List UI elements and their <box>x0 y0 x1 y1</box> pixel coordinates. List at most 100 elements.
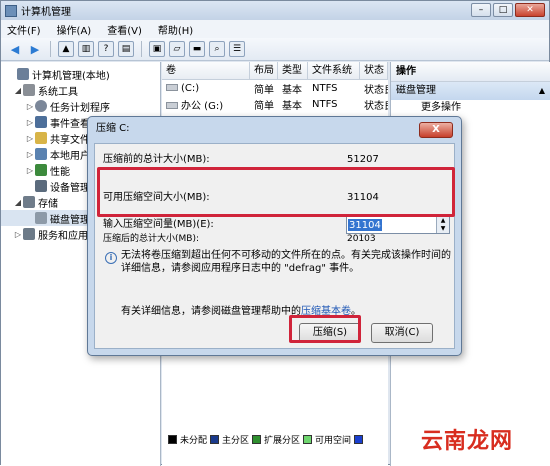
disk-management-icon <box>35 212 47 224</box>
legend-label: 未分配 <box>180 435 208 446</box>
services-icon <box>23 228 35 240</box>
back-arrow-icon[interactable]: ◀ <box>7 41 23 57</box>
shrink-dialog: 压缩 C: X 压缩前的总计大小(MB): 51207 可用压缩空间大小(MB)… <box>87 116 462 356</box>
maximize-button[interactable]: □ <box>493 3 513 17</box>
clock-icon <box>35 100 47 112</box>
legend-label: 可用空间 <box>315 435 352 446</box>
tree-item-task-scheduler[interactable]: ▷ 任务计划程序 <box>1 98 160 114</box>
shrink-amount-input[interactable] <box>347 217 435 233</box>
table-row[interactable]: 办公 (G:) 简单 基本 NTFS 状态良好 <box>162 96 388 112</box>
drive-icon <box>166 84 178 91</box>
toolbar-divider <box>50 41 51 57</box>
expander-icon[interactable]: ◢ <box>13 86 23 95</box>
volume-type: 基本 <box>282 84 302 96</box>
minimize-button[interactable]: – <box>471 3 491 17</box>
menu-view[interactable]: 查看(V) <box>107 22 142 37</box>
volume-layout: 简单 <box>254 84 274 96</box>
performance-icon <box>35 164 47 176</box>
expander-icon[interactable]: ▷ <box>13 230 23 239</box>
total-size-after-label: 压缩后的总计大小(MB): <box>103 234 199 244</box>
window-title: 计算机管理 <box>21 7 71 18</box>
help-icon[interactable]: ? <box>98 41 114 57</box>
tools-icon <box>23 84 35 96</box>
total-size-after-value: 20103 <box>347 234 376 244</box>
show-hide-tree-icon[interactable]: ▥ <box>78 41 94 57</box>
tree-item-label: 磁盘管理 <box>50 214 90 226</box>
legend-swatch-logical <box>354 434 364 444</box>
drive-icon <box>166 102 178 109</box>
computer-icon <box>17 68 29 80</box>
more-actions-item[interactable]: 更多操作 <box>391 100 550 116</box>
disk-legend: 未分配 主分区 扩展分区 可用空间 <box>162 432 388 446</box>
list-header: 卷 布局 类型 文件系统 状态 <box>162 62 388 80</box>
tree-item-label: 存储 <box>38 198 58 210</box>
menu-bar: 文件(F) 操作(A) 查看(V) 帮助(H) <box>1 20 549 38</box>
close-button[interactable]: ✕ <box>515 3 545 17</box>
column-header-layout[interactable]: 布局 <box>250 62 278 79</box>
expander-icon[interactable]: ◢ <box>13 198 23 207</box>
column-header-status[interactable]: 状态 <box>360 62 388 79</box>
total-size-before-label: 压缩前的总计大小(MB): <box>103 154 210 165</box>
tree-item-label: 性能 <box>50 166 70 178</box>
toolbar-divider <box>141 41 142 57</box>
info-icon: i <box>105 252 117 264</box>
legend-swatch-unallocated <box>168 434 177 444</box>
menu-help[interactable]: 帮助(H) <box>158 22 193 37</box>
storage-icon <box>23 196 35 208</box>
legend-label: 主分区 <box>222 435 250 446</box>
tree-item-label: 任务计划程序 <box>50 102 110 114</box>
legend-swatch-free <box>303 434 313 444</box>
menu-action[interactable]: 操作(A) <box>57 22 92 37</box>
table-row[interactable]: (C:) 简单 基本 NTFS 状态良好 <box>162 80 388 96</box>
dialog-close-button[interactable]: X <box>419 122 453 138</box>
menu-file[interactable]: 文件(F) <box>7 22 41 37</box>
search-icon[interactable]: ⌕ <box>209 41 225 57</box>
disk-icon[interactable]: ▬ <box>189 41 205 57</box>
legend-swatch-primary <box>210 434 220 444</box>
volume-name: (C:) <box>181 82 200 94</box>
column-header-filesystem[interactable]: 文件系统 <box>308 62 360 79</box>
highlight-box-shrink-fields <box>97 167 455 217</box>
actions-header: 操作 <box>391 62 550 82</box>
help-prefix: 有关详细信息，请参阅磁盘管理帮助中的 <box>121 306 301 317</box>
info-text: 无法将卷压缩到超出任何不可移动的文件所在的点。有关完成该操作时间的详细信息，请参… <box>121 250 451 274</box>
spin-down-icon[interactable]: ▼ <box>436 225 449 233</box>
up-folder-icon[interactable]: ▲ <box>58 41 74 57</box>
list-view-icon[interactable]: ☰ <box>229 41 245 57</box>
volume-status: 状态良好 <box>364 84 388 96</box>
expander-icon[interactable]: ▷ <box>25 134 35 143</box>
spin-up-icon[interactable]: ▲ <box>436 217 449 225</box>
event-viewer-icon <box>35 116 47 128</box>
legend-swatch-extended <box>252 434 262 444</box>
volume-status: 状态良好 <box>364 100 388 112</box>
volume-name: 办公 (G:) <box>181 100 224 112</box>
shrink-amount-label: 输入压缩空间量(MB)(E): <box>103 219 214 230</box>
tree-item-label: 系统工具 <box>38 86 78 98</box>
app-icon <box>5 4 17 17</box>
column-header-type[interactable]: 类型 <box>278 62 308 79</box>
forward-arrow-icon[interactable]: ▶ <box>27 41 43 57</box>
cancel-button[interactable]: 取消(C) <box>371 323 433 343</box>
expander-icon[interactable]: ▷ <box>25 102 35 111</box>
title-bar: 计算机管理 – □ ✕ <box>1 1 549 20</box>
open-folder-icon[interactable]: ▱ <box>169 41 185 57</box>
expander-icon[interactable]: ▷ <box>25 150 35 159</box>
users-icon <box>35 148 47 160</box>
actions-section-label: 磁盘管理 <box>396 85 436 96</box>
show-hide-action-pane-icon[interactable]: ▤ <box>118 41 134 57</box>
volume-filesystem: NTFS <box>312 98 338 110</box>
column-header-volume[interactable]: 卷 <box>162 62 250 79</box>
computer-management-window: 计算机管理 – □ ✕ 文件(F) 操作(A) 查看(V) 帮助(H) ◀ ▶ … <box>0 0 550 466</box>
properties-icon[interactable]: ▣ <box>149 41 165 57</box>
expander-icon[interactable]: ▷ <box>25 166 35 175</box>
tree-item-root[interactable]: 计算机管理(本地) <box>1 66 160 82</box>
volume-type: 基本 <box>282 100 302 112</box>
tree-item-system-tools[interactable]: ◢ 系统工具 <box>1 82 160 98</box>
total-size-before-value: 51207 <box>347 154 379 165</box>
watermark: 云南龙网 <box>421 429 514 454</box>
expander-icon[interactable]: ▷ <box>25 118 35 127</box>
collapse-arrow-icon[interactable]: ▲ <box>539 82 545 100</box>
legend-label: 扩展分区 <box>264 435 301 446</box>
actions-section-disk-management[interactable]: 磁盘管理 ▲ <box>391 82 550 100</box>
toolbar: ◀ ▶ ▲ ▥ ? ▤ ▣ ▱ ▬ ⌕ ☰ <box>1 38 549 61</box>
